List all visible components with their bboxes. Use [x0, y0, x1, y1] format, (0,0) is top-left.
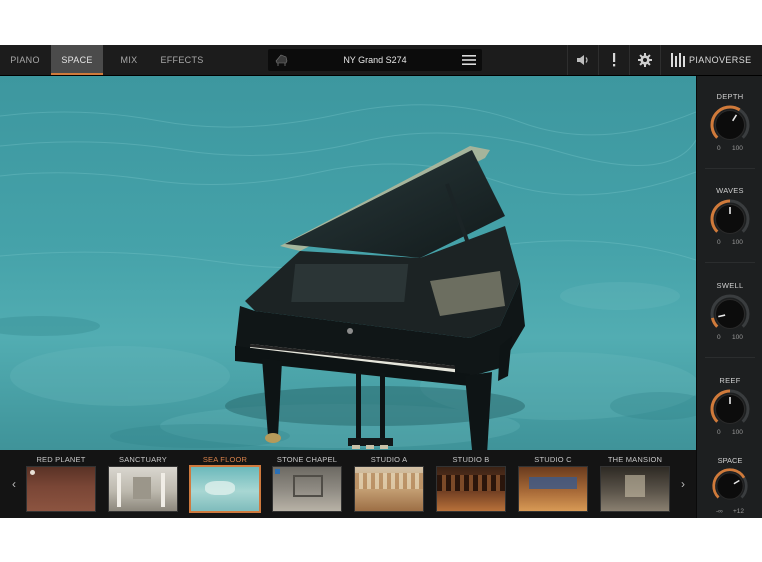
room-red-planet[interactable]: RED PLANET [23, 450, 99, 518]
tab-mix[interactable]: MIX [104, 45, 154, 75]
room-thumbnail [600, 466, 670, 512]
swell-max: 100 [732, 334, 743, 341]
divider [705, 357, 755, 358]
room-browser: ‹ RED PLANET SANCTUARY SEA FLOOR STONE C… [0, 450, 696, 518]
waves-max: 100 [732, 239, 743, 246]
swell-knob[interactable] [709, 293, 751, 335]
space-amount-control: SPACE -∞ +12 [696, 450, 762, 518]
gear-icon[interactable] [629, 45, 660, 75]
room-thumbnail [189, 465, 261, 513]
brand-name: PIANOVERSE [689, 55, 752, 65]
room-sanctuary[interactable]: SANCTUARY [105, 450, 181, 518]
room-label: STUDIO C [534, 455, 572, 464]
waves-control: WAVES 0 100 [697, 170, 762, 264]
sea-floor-scene [0, 76, 696, 450]
tab-piano[interactable]: PIANO [0, 45, 50, 75]
top-bar: PIANO SPACE MIX EFFECTS NY Grand S274 PI… [0, 45, 762, 76]
reef-control: REEF 0 100 [697, 360, 762, 454]
room-sea-floor[interactable]: SEA FLOOR [187, 450, 263, 518]
room-the-mansion[interactable]: THE MANSION [597, 450, 673, 518]
room-thumbnail [108, 466, 178, 512]
room-thumbnail [272, 466, 342, 512]
room-label: STONE CHAPEL [276, 455, 338, 464]
room-label: STUDIO B [452, 455, 490, 464]
brand: PIANOVERSE [660, 45, 762, 75]
room-thumbnail [26, 466, 96, 512]
room-thumbnail [436, 466, 506, 512]
reef-knob[interactable] [709, 388, 751, 430]
menu-icon[interactable] [462, 54, 476, 66]
alert-icon[interactable] [598, 45, 629, 75]
waves-min: 0 [717, 239, 721, 246]
room-thumbnail [354, 466, 424, 512]
space-stage [0, 76, 696, 450]
depth-control: DEPTH 0 100 [697, 76, 762, 170]
waves-knob[interactable] [709, 198, 751, 240]
room-label: THE MANSION [607, 455, 663, 464]
room-thumbnail [518, 466, 588, 512]
swell-control: SWELL 0 100 [697, 265, 762, 359]
space-knob[interactable] [711, 467, 749, 505]
room-stone-chapel[interactable]: STONE CHAPEL [269, 450, 345, 518]
space-max: +12 [733, 508, 745, 515]
preset-name: NY Grand S274 [343, 55, 407, 65]
depth-knob[interactable] [709, 104, 751, 146]
room-studio-c[interactable]: STUDIO C [515, 450, 591, 518]
next-room-button[interactable]: › [672, 450, 694, 518]
pianoverse-logo-icon [671, 53, 685, 67]
reef-label: REEF [719, 376, 741, 385]
tab-effects[interactable]: EFFECTS [155, 45, 209, 75]
preset-selector[interactable]: NY Grand S274 [268, 49, 482, 71]
speaker-icon[interactable] [567, 45, 598, 75]
room-label: SANCTUARY [119, 455, 167, 464]
room-label: SEA FLOOR [202, 455, 248, 464]
room-studio-a[interactable]: STUDIO A [351, 450, 427, 518]
swell-min: 0 [717, 334, 721, 341]
app-window: PIANO SPACE MIX EFFECTS NY Grand S274 PI… [0, 45, 762, 518]
space-min: -∞ [716, 508, 723, 515]
divider [705, 168, 755, 169]
space-controls-panel: DEPTH 0 100 WAVES 0 100 SWELL 0 100 REEF… [696, 76, 762, 450]
tab-space[interactable]: SPACE [51, 45, 103, 75]
reef-min: 0 [717, 429, 721, 436]
space-label: SPACE [717, 456, 743, 465]
depth-label: DEPTH [716, 92, 744, 101]
reef-max: 100 [732, 429, 743, 436]
waves-label: WAVES [716, 186, 744, 195]
depth-max: 100 [732, 145, 743, 152]
depth-min: 0 [717, 145, 721, 152]
room-label: RED PLANET [36, 455, 86, 464]
divider [705, 262, 755, 263]
room-studio-b[interactable]: STUDIO B [433, 450, 509, 518]
room-label: STUDIO A [370, 455, 408, 464]
swell-label: SWELL [716, 281, 744, 290]
